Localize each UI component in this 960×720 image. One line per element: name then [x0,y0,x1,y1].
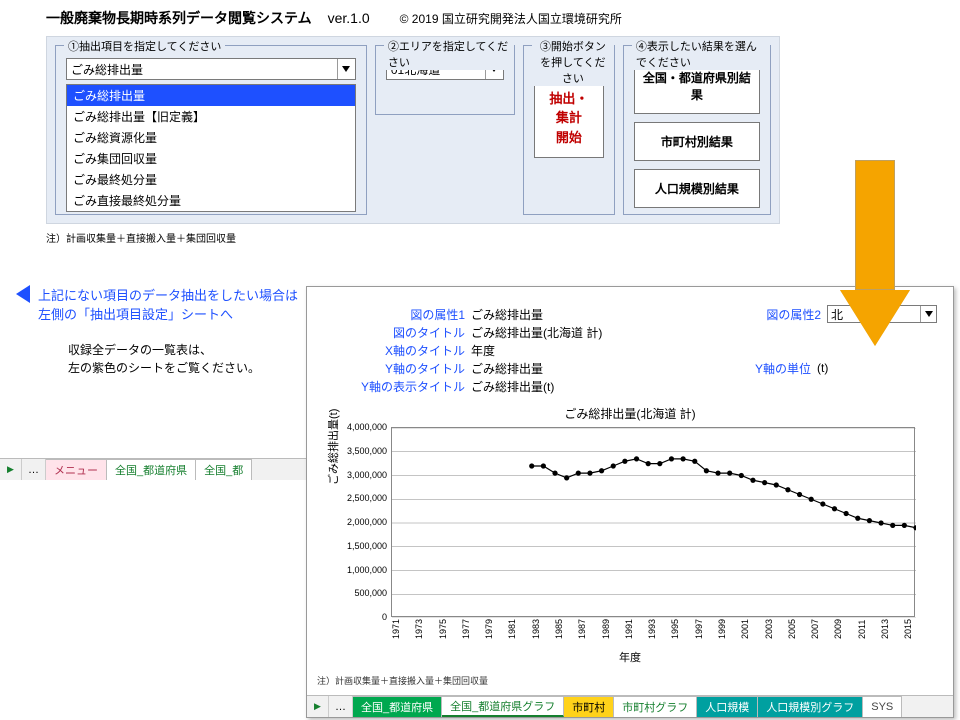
meta-value: (t) [817,361,937,375]
list-item[interactable]: ごみ最終処分量 [67,169,355,190]
chart-series [392,428,916,618]
title-bar: 一般廃棄物長期時系列データ閲覧システム ver.1.0 © 2019 国立研究開… [0,0,810,30]
chart-xtick: 1975 [438,619,448,639]
chart-ytick: 2,500,000 [331,493,387,503]
chevron-down-icon[interactable] [920,306,936,322]
chart-xtick: 1989 [601,619,611,639]
chart-window: 図の属性1 ごみ総排出量 図の属性2 北 図のタイトル ごみ総排出量(北海道 計… [306,286,954,718]
chart-xtick: 1973 [414,619,424,639]
chart-ytick: 3,000,000 [331,470,387,480]
tab-sys[interactable]: SYS [863,696,902,717]
list-item[interactable]: ごみ総排出量【旧定義】 [67,106,355,127]
result-municipal-button[interactable]: 市町村別結果 [634,122,760,161]
meta-label: Y軸のタイトル [331,360,471,377]
list-item[interactable]: ごみ総排出量 [67,85,355,106]
chart-xtick: 1971 [391,619,401,639]
panel-select-item: ①抽出項目を指定してください ごみ総排出量 ごみ総排出量 ごみ総排出量【旧定義】… [55,45,367,215]
chart-xtick: 2001 [740,619,750,639]
chart-title: ごみ総排出量(北海道 計) [325,405,935,422]
tab-population[interactable]: 人口規模 [697,696,758,717]
panel-select-area: ②エリアを指定してください 01北海道 [375,45,515,115]
list-item[interactable]: ごみ総資源化量 [67,127,355,148]
attr2-combobox[interactable]: 北 [827,305,937,323]
result-population-button[interactable]: 人口規模別結果 [634,169,760,208]
chart-xtick: 1999 [717,619,727,639]
meta-label: 図のタイトル [331,324,471,341]
chart-plot-area [391,427,915,617]
meta-value: ごみ総排出量 [471,306,671,323]
item-combobox-value: ごみ総排出量 [67,61,337,78]
tab-national-pref-graph[interactable]: 全国_都道府県グラフ [442,696,564,717]
control-stage: ①抽出項目を指定してください ごみ総排出量 ごみ総排出量 ごみ総排出量【旧定義】… [46,36,780,224]
meta-label: 図の属性2 [671,306,827,323]
tab-national[interactable]: 全国_都道府県 [107,459,196,480]
meta-label: Y軸の表示タイトル [331,378,471,395]
hint-link[interactable]: 上記にない項目のデータ抽出をしたい場合は 左側の「抽出項目設定」シートへ [16,281,306,327]
chart-ytick: 500,000 [331,588,387,598]
meta-label: 図の属性1 [331,306,471,323]
chevron-down-icon[interactable] [337,59,355,79]
chart-ytick: 1,000,000 [331,565,387,575]
chart-ytick: 0 [331,612,387,622]
tab-overflow[interactable]: … [22,459,46,480]
tab-overflow[interactable]: … [329,696,353,717]
meta-value: ごみ総排出量(t) [471,378,671,395]
chart-ytick: 3,500,000 [331,446,387,456]
chart-xtick: 1985 [554,619,564,639]
app-version: ver.1.0 [328,10,370,26]
item-combobox[interactable]: ごみ総排出量 [66,58,356,80]
tab-municipal-graph[interactable]: 市町村グラフ [614,696,697,717]
chart-xtick: 1993 [647,619,657,639]
panel-legend: ③開始ボタンを押してください [532,38,614,86]
meta-value: ごみ総排出量 [471,360,671,377]
tab-menu[interactable]: メニュー [46,459,107,480]
app-copyright: © 2019 国立研究開発法人国立環境研究所 [400,10,622,27]
chart-xtick: 1995 [670,619,680,639]
chart-xtick: 2009 [833,619,843,639]
tab-municipal[interactable]: 市町村 [564,696,614,717]
meta-label: X軸のタイトル [331,342,471,359]
footnote: 注）計画収集量＋直接搬入量＋集団回収量 [46,230,780,245]
tab-population-graph[interactable]: 人口規模別グラフ [758,696,863,717]
chart-xtick: 2005 [787,619,797,639]
chart-xtick: 2013 [880,619,890,639]
attr2-value: 北 [828,306,920,323]
panel-legend: ④表示したい結果を選んでください [632,38,770,70]
tab-nav[interactable]: ▶ [307,696,329,717]
chart-xtick: 1987 [577,619,587,639]
list-item[interactable]: ごみ直接最終処分量 [67,190,355,211]
app-name: 一般廃棄物長期時系列データ閲覧システム [46,8,312,28]
list-item[interactable]: ごみ経費（歳入） [67,211,355,212]
panel-legend: ①抽出項目を指定してください [64,38,225,54]
chart-xtick: 1977 [461,619,471,639]
meta-value: 年度 [471,342,671,359]
chart-xtick: 2007 [810,619,820,639]
list-item[interactable]: ごみ集団回収量 [67,148,355,169]
chart-xtick: 1997 [694,619,704,639]
chart-xtick: 2003 [764,619,774,639]
meta-label: Y軸の単位 [671,360,817,377]
chart: ごみ総排出量(北海道 計) ごみ総排出量(t) 0500,0001,000,00… [325,405,935,667]
footnote: 注）計画収集量＋直接搬入量＋集団回収量 [317,674,488,687]
panel-results: ④表示したい結果を選んでください 全国・都道府県別結果 市町村別結果 人口規模別… [623,45,771,215]
meta-value: ごみ総排出量(北海道 計) [471,324,671,341]
chart-xtick: 2015 [903,619,913,639]
chart-xtick: 1991 [624,619,634,639]
sheet-tabs-front: ▶ … 全国_都道府県 全国_都道府県グラフ 市町村 市町村グラフ 人口規模 人… [307,695,953,717]
chart-xtick: 1979 [484,619,494,639]
chart-ytick: 1,500,000 [331,541,387,551]
item-listbox[interactable]: ごみ総排出量 ごみ総排出量【旧定義】 ごみ総資源化量 ごみ集団回収量 ごみ最終処… [66,84,356,212]
chart-xtick: 1983 [531,619,541,639]
chart-xtick: 2011 [857,620,867,639]
panel-legend: ②エリアを指定してください [384,38,514,70]
tab-national-2[interactable]: 全国_都 [196,459,252,480]
tab-national-pref[interactable]: 全国_都道府県 [353,696,442,717]
chart-ytick: 2,000,000 [331,517,387,527]
chart-meta: 図の属性1 ごみ総排出量 図の属性2 北 図のタイトル ごみ総排出量(北海道 計… [331,305,937,395]
chart-xtick: 1981 [507,619,517,639]
panel-start: ③開始ボタンを押してください データ 抽出・ 集計 開始 [523,45,615,215]
tab-nav[interactable]: ▶ [0,459,22,480]
chart-ytick: 4,000,000 [331,422,387,432]
chart-xlabel: 年度 [325,649,935,665]
